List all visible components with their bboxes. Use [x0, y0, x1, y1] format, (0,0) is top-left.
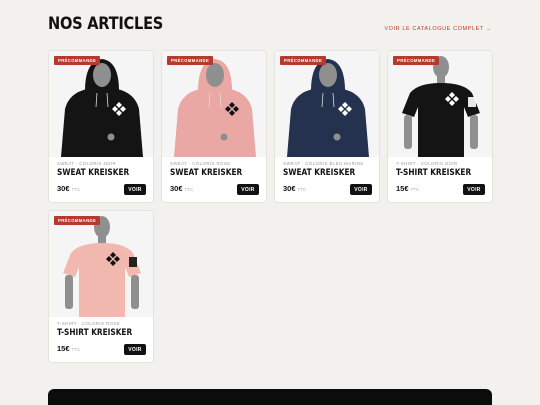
sleeve-print — [468, 97, 476, 107]
product-photo-svg — [49, 51, 153, 157]
mannequin-hand — [220, 133, 228, 141]
product-card[interactable]: PRÉCOMMANDE SWEAT · COLORIS NOIR SWEAT K… — [48, 50, 154, 203]
product-price: 30€ TTC — [57, 184, 80, 193]
preorder-badge: PRÉCOMMANDE — [167, 56, 214, 65]
tax-label: TTC — [71, 347, 81, 352]
mannequin-arm — [470, 115, 478, 149]
view-button[interactable]: VOIR — [124, 344, 146, 355]
product-price: 15€ TTC — [396, 184, 419, 193]
preorder-badge: PRÉCOMMANDE — [280, 56, 327, 65]
product-card[interactable]: PRÉCOMMANDE SWEAT · COLORIS ROSE SWEAT K… — [161, 50, 267, 203]
product-category: SWEAT · COLORIS BLEU MARINE — [283, 161, 364, 166]
tax-label: TTC — [184, 187, 194, 192]
view-button[interactable]: VOIR — [350, 184, 372, 195]
product-card[interactable]: PRÉCOMMANDE SWEAT · COLORIS BLEU MARINE … — [274, 50, 380, 203]
product-photo-svg — [49, 211, 153, 317]
product-category: SWEAT · COLORIS ROSE — [170, 161, 231, 166]
product-card[interactable]: PRÉCOMMANDE T-SHIRT · COLORIS ROSE T-SHI… — [48, 210, 154, 363]
view-button[interactable]: VOIR — [237, 184, 259, 195]
preorder-badge: PRÉCOMMANDE — [54, 56, 101, 65]
product-name: T-SHIRT KREISKER — [396, 168, 472, 178]
product-photo-svg — [275, 51, 379, 157]
price-value: 30€ — [57, 184, 70, 193]
product-price: 30€ TTC — [283, 184, 306, 193]
product-name: SWEAT KREISKER — [57, 168, 130, 178]
price-value: 30€ — [170, 184, 183, 193]
product-photo-svg — [162, 51, 266, 157]
preorder-badge: PRÉCOMMANDE — [393, 56, 440, 65]
product-image: PRÉCOMMANDE — [49, 51, 153, 157]
product-image: PRÉCOMMANDE — [49, 211, 153, 317]
product-name: SWEAT KREISKER — [283, 168, 356, 178]
product-image: PRÉCOMMANDE — [162, 51, 266, 157]
preorder-badge: PRÉCOMMANDE — [54, 216, 101, 225]
mannequin-arm — [65, 275, 73, 309]
mannequin-head — [206, 63, 224, 87]
catalog-link[interactable]: VOIR LE CATALOGUE COMPLET → — [384, 26, 492, 32]
hoodie-body — [61, 89, 143, 157]
tax-label: TTC — [297, 187, 307, 192]
view-button[interactable]: VOIR — [463, 184, 485, 195]
product-photo-svg — [388, 51, 492, 157]
product-price: 15€ TTC — [57, 344, 80, 353]
product-name: SWEAT KREISKER — [170, 168, 243, 178]
page: NOS ARTICLES VOIR LE CATALOGUE COMPLET →… — [0, 0, 540, 405]
product-image: PRÉCOMMANDE — [388, 51, 492, 157]
mannequin-hand — [107, 133, 115, 141]
mannequin-arm — [404, 115, 412, 149]
view-button[interactable]: VOIR — [124, 184, 146, 195]
footer-banner — [48, 389, 492, 405]
mannequin-head — [93, 63, 111, 87]
tax-label: TTC — [410, 187, 420, 192]
mannequin-hand — [333, 133, 341, 141]
mannequin-neck — [98, 236, 106, 244]
product-name: T-SHIRT KREISKER — [57, 328, 133, 338]
product-category: T-SHIRT · COLORIS NOIR — [396, 161, 458, 166]
mannequin-arm — [131, 275, 139, 309]
hoodie-body — [287, 89, 369, 157]
hoodie-body — [174, 89, 256, 157]
product-image: PRÉCOMMANDE — [275, 51, 379, 157]
price-value: 15€ — [396, 184, 409, 193]
product-category: SWEAT · COLORIS NOIR — [57, 161, 117, 166]
tax-label: TTC — [71, 187, 81, 192]
section-header: NOS ARTICLES VOIR LE CATALOGUE COMPLET → — [48, 14, 492, 38]
section-title: NOS ARTICLES — [48, 14, 164, 34]
product-price: 30€ TTC — [170, 184, 193, 193]
sleeve-print — [129, 257, 137, 267]
mannequin-neck — [437, 76, 445, 84]
price-value: 30€ — [283, 184, 296, 193]
mannequin-head — [319, 63, 337, 87]
product-card[interactable]: PRÉCOMMANDE T-SHIRT · COLORIS NOIR T-SHI… — [387, 50, 493, 203]
price-value: 15€ — [57, 344, 70, 353]
product-category: T-SHIRT · COLORIS ROSE — [57, 321, 121, 326]
